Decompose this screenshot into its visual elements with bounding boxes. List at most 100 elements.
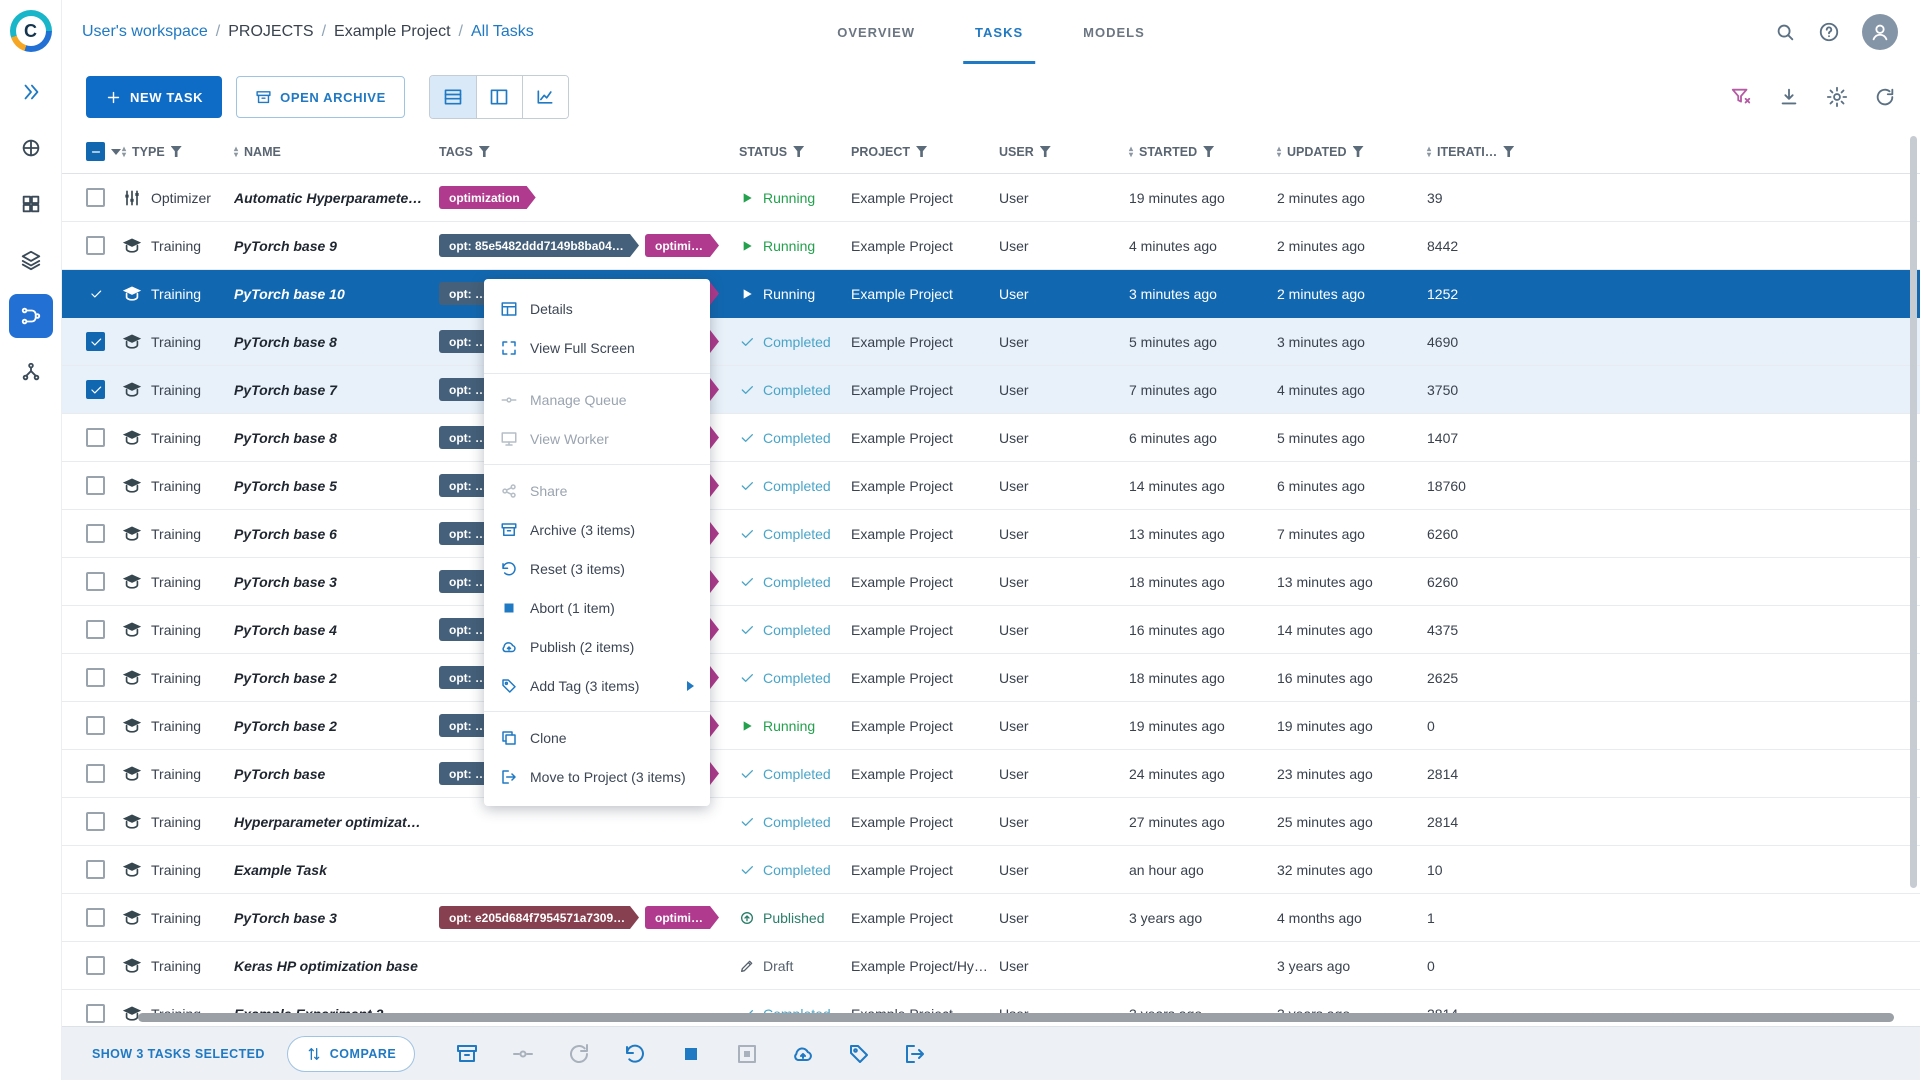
row-checkbox[interactable] — [86, 332, 105, 351]
task-name[interactable]: Example Task — [234, 862, 424, 878]
help-icon[interactable] — [1818, 21, 1840, 43]
filter-funnel-icon[interactable] — [1039, 146, 1051, 157]
sort-icon[interactable]: ▴ ▾ — [1277, 144, 1281, 158]
column-header[interactable]: ▴ ▾ UPDATED — [1277, 144, 1427, 159]
clearml-logo[interactable]: C — [9, 10, 52, 52]
column-header[interactable]: ▴ ▾ TYPE — [122, 144, 234, 159]
table-row[interactable]: Training PyTorch base 2 opt: …optimi… Co… — [62, 654, 1920, 702]
breadcrumb-item[interactable]: Example Project — [334, 23, 451, 41]
table-row[interactable]: Training Example Task Completed Example … — [62, 846, 1920, 894]
user-avatar[interactable] — [1862, 14, 1898, 50]
task-name[interactable]: Hyperparameter optimizati… — [234, 814, 424, 830]
task-name[interactable]: PyTorch base 8 — [234, 430, 424, 446]
table-row[interactable]: Training PyTorch base 5 opt: …optimi… Co… — [62, 462, 1920, 510]
task-name[interactable]: PyTorch base 2 — [234, 718, 424, 734]
task-name[interactable]: PyTorch base — [234, 766, 424, 782]
context-menu-item[interactable]: Add Tag (3 items) — [484, 666, 710, 705]
task-name[interactable]: PyTorch base 7 — [234, 382, 424, 398]
show-selected-link[interactable]: SHOW 3 TASKS SELECTED — [92, 1047, 265, 1061]
table-row[interactable]: Training PyTorch base 8 opt: …optimi… Co… — [62, 318, 1920, 366]
reset-icon[interactable] — [623, 1042, 647, 1066]
row-checkbox[interactable] — [86, 668, 105, 687]
column-header[interactable]: ▴ ▾ NAME — [234, 144, 439, 159]
task-name[interactable]: PyTorch base 3 — [234, 910, 424, 926]
row-checkbox[interactable] — [86, 860, 105, 879]
archive-icon[interactable] — [455, 1042, 479, 1066]
task-name[interactable]: PyTorch base 4 — [234, 622, 424, 638]
context-menu-item[interactable]: Publish (2 items) — [484, 627, 710, 666]
chart-view-button[interactable] — [521, 76, 568, 118]
table-row[interactable]: Training PyTorch base opt: …optimi… Comp… — [62, 750, 1920, 798]
table-row[interactable]: Training PyTorch base 2 opt: …optimi… Ru… — [62, 702, 1920, 750]
context-menu-item[interactable]: View Full Screen — [484, 328, 710, 367]
table-row[interactable]: Training PyTorch base 7 opt: …optimi… Co… — [62, 366, 1920, 414]
context-menu-item[interactable]: Archive (3 items) — [484, 510, 710, 549]
select-all-checkbox[interactable] — [86, 142, 105, 161]
row-checkbox[interactable] — [86, 956, 105, 975]
context-menu-item[interactable]: Details — [484, 289, 710, 328]
vertical-scrollbar[interactable] — [1910, 136, 1917, 1010]
table-row[interactable]: Training PyTorch base 4 opt: …optimi… Co… — [62, 606, 1920, 654]
task-name[interactable]: PyTorch base 3 — [234, 574, 424, 590]
filter-funnel-icon[interactable] — [478, 146, 490, 157]
new-task-button[interactable]: NEW TASK — [86, 76, 223, 118]
table-row[interactable]: Training PyTorch base 3 opt: e205d684f79… — [62, 894, 1920, 942]
filter-funnel-icon[interactable] — [916, 146, 928, 157]
sidebar-item-expand[interactable] — [9, 70, 53, 114]
column-header[interactable]: STATUS — [739, 145, 851, 159]
selection-dropdown-caret[interactable] — [111, 148, 121, 155]
search-icon[interactable] — [1774, 21, 1796, 43]
breadcrumb-item[interactable]: All Tasks — [471, 23, 534, 41]
filter-funnel-icon[interactable] — [793, 146, 805, 157]
task-name[interactable]: PyTorch base 5 — [234, 478, 424, 494]
table-row[interactable]: Training PyTorch base 8 opt: …optimi… Co… — [62, 414, 1920, 462]
sidebar-item-projects[interactable] — [9, 182, 53, 226]
table-row[interactable]: Training PyTorch base 10 opt: …optimi… R… — [62, 270, 1920, 318]
row-checkbox[interactable] — [86, 572, 105, 591]
settings-gear-icon[interactable] — [1826, 86, 1848, 108]
sidebar-item-datasets[interactable] — [9, 238, 53, 282]
column-header[interactable]: USER — [999, 145, 1129, 159]
row-checkbox[interactable] — [86, 620, 105, 639]
task-name[interactable]: PyTorch base 8 — [234, 334, 424, 350]
card-view-button[interactable] — [475, 76, 522, 118]
column-header[interactable]: ▴ ▾ ITERATI… — [1427, 144, 1920, 159]
sidebar-item-pipelines-active[interactable] — [8, 294, 53, 338]
row-checkbox[interactable] — [86, 476, 105, 495]
sort-icon[interactable]: ▴ ▾ — [234, 144, 238, 158]
sort-icon[interactable]: ▴ ▾ — [1427, 144, 1431, 158]
tab-overview[interactable]: OVERVIEW — [811, 0, 941, 64]
clear-filters-icon[interactable] — [1730, 86, 1752, 108]
table-row[interactable]: Training PyTorch base 9 opt: 85e5482ddd7… — [62, 222, 1920, 270]
table-row[interactable]: Training PyTorch base 3 opt: …optimi… Co… — [62, 558, 1920, 606]
breadcrumb-item[interactable]: User's workspace — [82, 23, 208, 41]
move-to-project-icon[interactable] — [903, 1042, 927, 1066]
context-menu-item[interactable]: Abort (1 item) — [484, 588, 710, 627]
row-checkbox[interactable] — [86, 380, 105, 399]
tab-tasks[interactable]: TASKS — [949, 0, 1049, 64]
task-name[interactable]: PyTorch base 10 — [234, 286, 424, 302]
download-icon[interactable] — [1778, 86, 1800, 108]
sort-icon[interactable]: ▴ ▾ — [1129, 144, 1133, 158]
column-header[interactable]: TAGS — [439, 145, 739, 159]
task-name[interactable]: Keras HP optimization base — [234, 958, 424, 974]
task-name[interactable]: PyTorch base 6 — [234, 526, 424, 542]
row-checkbox[interactable] — [86, 764, 105, 783]
filter-funnel-icon[interactable] — [1352, 146, 1364, 157]
add-tag-icon[interactable] — [847, 1042, 871, 1066]
open-archive-button[interactable]: OPEN ARCHIVE — [236, 76, 405, 118]
sort-icon[interactable]: ▴ ▾ — [122, 144, 126, 158]
column-header[interactable]: ▴ ▾ STARTED — [1129, 144, 1277, 159]
auto-refresh-icon[interactable] — [1874, 86, 1896, 108]
row-checkbox[interactable] — [86, 1004, 105, 1023]
filter-funnel-icon[interactable] — [170, 146, 182, 157]
context-menu-item[interactable]: Move to Project (3 items) — [484, 757, 710, 796]
breadcrumb-item[interactable]: PROJECTS — [228, 23, 313, 41]
task-name[interactable]: Automatic Hyperparamete… — [234, 190, 424, 206]
publish-icon[interactable] — [791, 1042, 815, 1066]
row-checkbox[interactable] — [86, 284, 105, 303]
column-header[interactable]: PROJECT — [851, 145, 999, 159]
row-checkbox[interactable] — [86, 428, 105, 447]
tab-models[interactable]: MODELS — [1057, 0, 1171, 64]
context-menu-item[interactable]: Reset (3 items) — [484, 549, 710, 588]
